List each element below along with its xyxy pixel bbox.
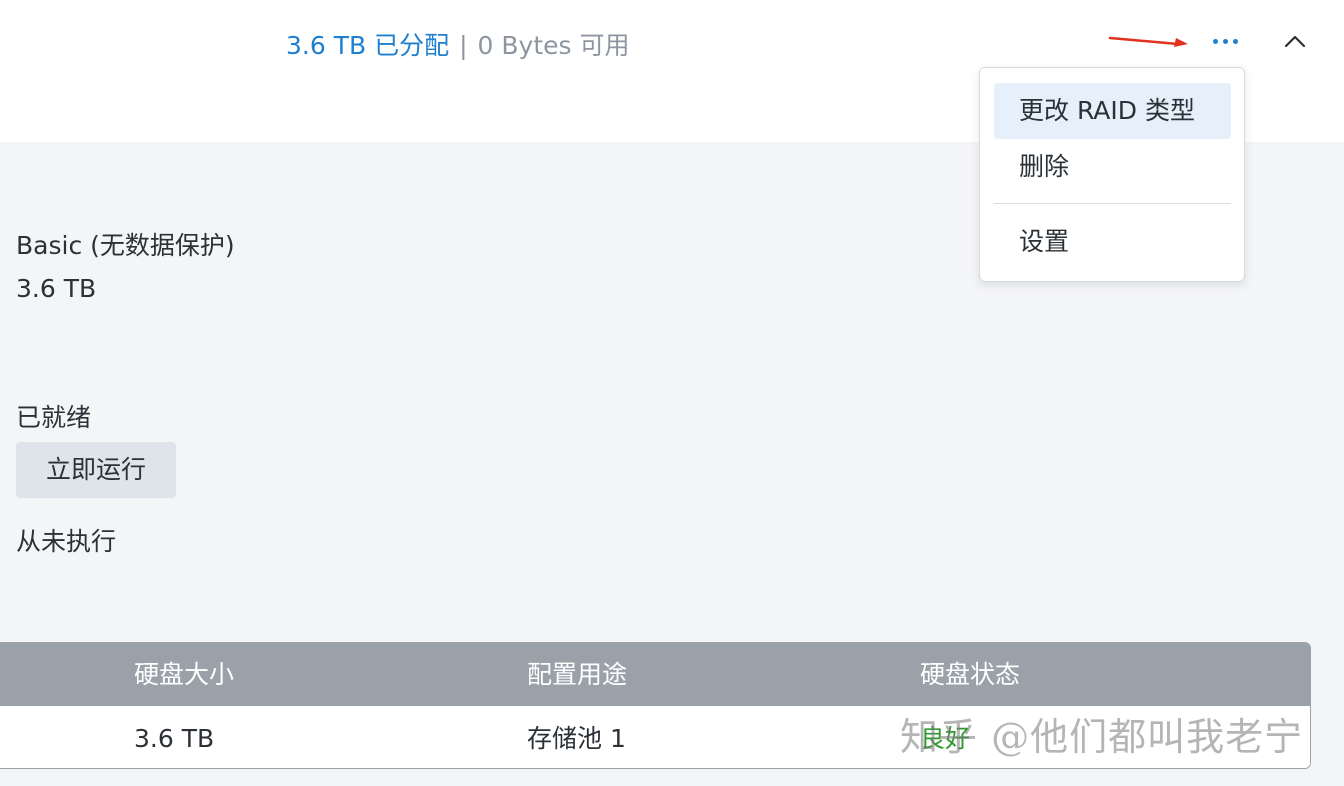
capacity-value: 3.6 TB <box>16 274 97 303</box>
more-dot <box>1222 38 1228 44</box>
watermark-text: 知乎 @他们都叫我老宁 <box>900 715 1304 759</box>
last-run-value: 从未执行 <box>16 527 117 556</box>
capacity-separator: | <box>459 31 468 60</box>
cell-usage: 存储池 1 <box>527 724 626 753</box>
run-now-button[interactable]: 立即运行 <box>16 442 176 498</box>
cell-disk-size: 3.6 TB <box>134 724 215 753</box>
menu-item-change-raid-type[interactable]: 更改 RAID 类型 <box>994 83 1231 139</box>
collapse-button[interactable] <box>1280 26 1310 56</box>
allocated-capacity: 3.6 TB 已分配 <box>286 31 450 60</box>
available-capacity: 0 Bytes 可用 <box>477 31 630 60</box>
menu-divider <box>994 203 1231 204</box>
more-horizontal-icon <box>1212 38 1218 44</box>
table-header: 硬盘大小 配置用途 硬盘状态 <box>0 643 1310 706</box>
menu-item-delete[interactable]: 删除 <box>994 139 1231 195</box>
chevron-up-icon <box>1284 35 1306 48</box>
column-header-usage[interactable]: 配置用途 <box>527 643 627 706</box>
menu-item-settings[interactable]: 设置 <box>994 214 1231 270</box>
capacity-summary: 3.6 TB 已分配 | 0 Bytes 可用 <box>286 26 629 62</box>
more-dot <box>1232 38 1238 44</box>
scrub-status: 已就绪 <box>16 403 92 432</box>
red-arrow-icon <box>1108 36 1188 47</box>
column-header-disk-size[interactable]: 硬盘大小 <box>134 643 234 706</box>
raid-type-value: Basic (无数据保护) <box>16 231 235 260</box>
more-options-button[interactable] <box>1202 26 1248 56</box>
column-header-disk-status[interactable]: 硬盘状态 <box>920 643 1020 706</box>
options-dropdown-menu: 更改 RAID 类型 删除 设置 <box>979 67 1245 282</box>
